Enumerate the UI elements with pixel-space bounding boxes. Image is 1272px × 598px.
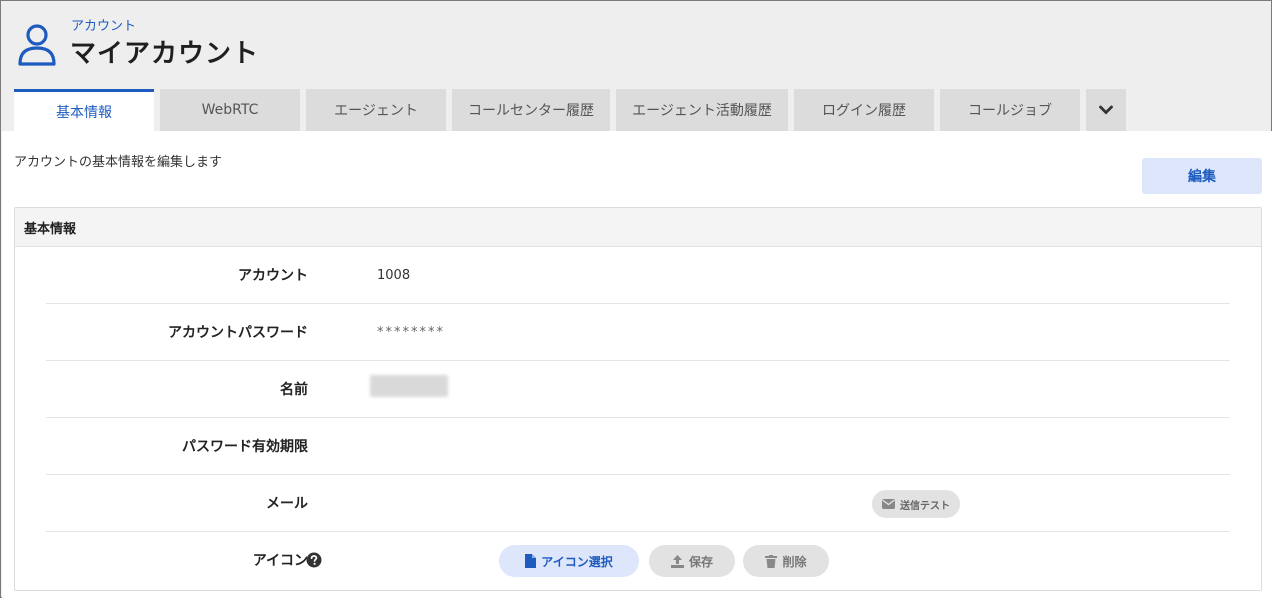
- mail-row: メール 送信テスト: [46, 475, 1230, 532]
- icon-save-button[interactable]: 保存: [649, 545, 735, 577]
- tabs-more-button[interactable]: [1086, 89, 1126, 131]
- icon-label: アイコン: [252, 553, 308, 569]
- account-label: アカウント: [238, 268, 308, 284]
- window-frame: アカウント マイアカウント 基本情報 WebRTC エージェント コールセンター…: [0, 0, 1272, 598]
- user-icon: [18, 24, 56, 66]
- account-row: アカウント 1008: [46, 247, 1230, 304]
- mail-label: メール: [266, 496, 308, 512]
- tab-bar: 基本情報 WebRTC エージェント コールセンター履歴 エージェント活動履歴 …: [14, 89, 1126, 131]
- password-expiry-label: パスワード有効期限: [182, 439, 308, 455]
- password-value: ********: [377, 324, 445, 340]
- tab-agent[interactable]: エージェント: [306, 89, 446, 131]
- send-test-button[interactable]: 送信テスト: [872, 490, 960, 518]
- name-label: 名前: [280, 382, 308, 398]
- chevron-down-icon: [1099, 105, 1113, 115]
- name-value-redacted: [370, 375, 448, 397]
- password-row: アカウントパスワード ********: [46, 304, 1230, 361]
- trash-icon: [765, 554, 778, 568]
- password-label: アカウントパスワード: [168, 325, 308, 341]
- icon-save-label: 保存: [688, 554, 713, 569]
- tab-call-center-history[interactable]: コールセンター履歴: [452, 89, 610, 131]
- envelope-icon: [882, 499, 895, 509]
- tab-login-history[interactable]: ログイン履歴: [794, 89, 934, 131]
- tab-basic-info[interactable]: 基本情報: [14, 89, 154, 131]
- file-icon: [525, 554, 537, 568]
- icon-delete-button[interactable]: 削除: [743, 545, 829, 577]
- page-description: アカウントの基本情報を編集します: [14, 155, 223, 170]
- icon-select-button[interactable]: アイコン選択: [499, 545, 639, 577]
- icon-select-label: アイコン選択: [541, 554, 613, 569]
- page-header: アカウント マイアカウント 基本情報 WebRTC エージェント コールセンター…: [1, 1, 1271, 131]
- help-icon[interactable]: [306, 552, 322, 568]
- page-title: マイアカウント: [70, 39, 260, 69]
- password-expiry-row: パスワード有効期限: [46, 418, 1230, 475]
- basic-info-panel: 基本情報 アカウント 1008 アカウントパスワード ******** 名前 パ…: [14, 207, 1262, 591]
- tab-webrtc[interactable]: WebRTC: [160, 89, 300, 131]
- account-value: 1008: [377, 267, 411, 283]
- upload-icon: [670, 554, 684, 568]
- icon-row: アイコン アイコン選択 保存 削除: [46, 532, 1230, 589]
- tab-call-job[interactable]: コールジョブ: [940, 89, 1080, 131]
- send-test-label: 送信テスト: [900, 500, 950, 512]
- tab-agent-activity-history[interactable]: エージェント活動履歴: [616, 89, 788, 131]
- breadcrumb[interactable]: アカウント: [71, 15, 136, 34]
- icon-delete-label: 削除: [782, 554, 807, 569]
- edit-button[interactable]: 編集: [1142, 158, 1262, 194]
- panel-title: 基本情報: [15, 208, 1261, 247]
- name-row: 名前: [46, 361, 1230, 418]
